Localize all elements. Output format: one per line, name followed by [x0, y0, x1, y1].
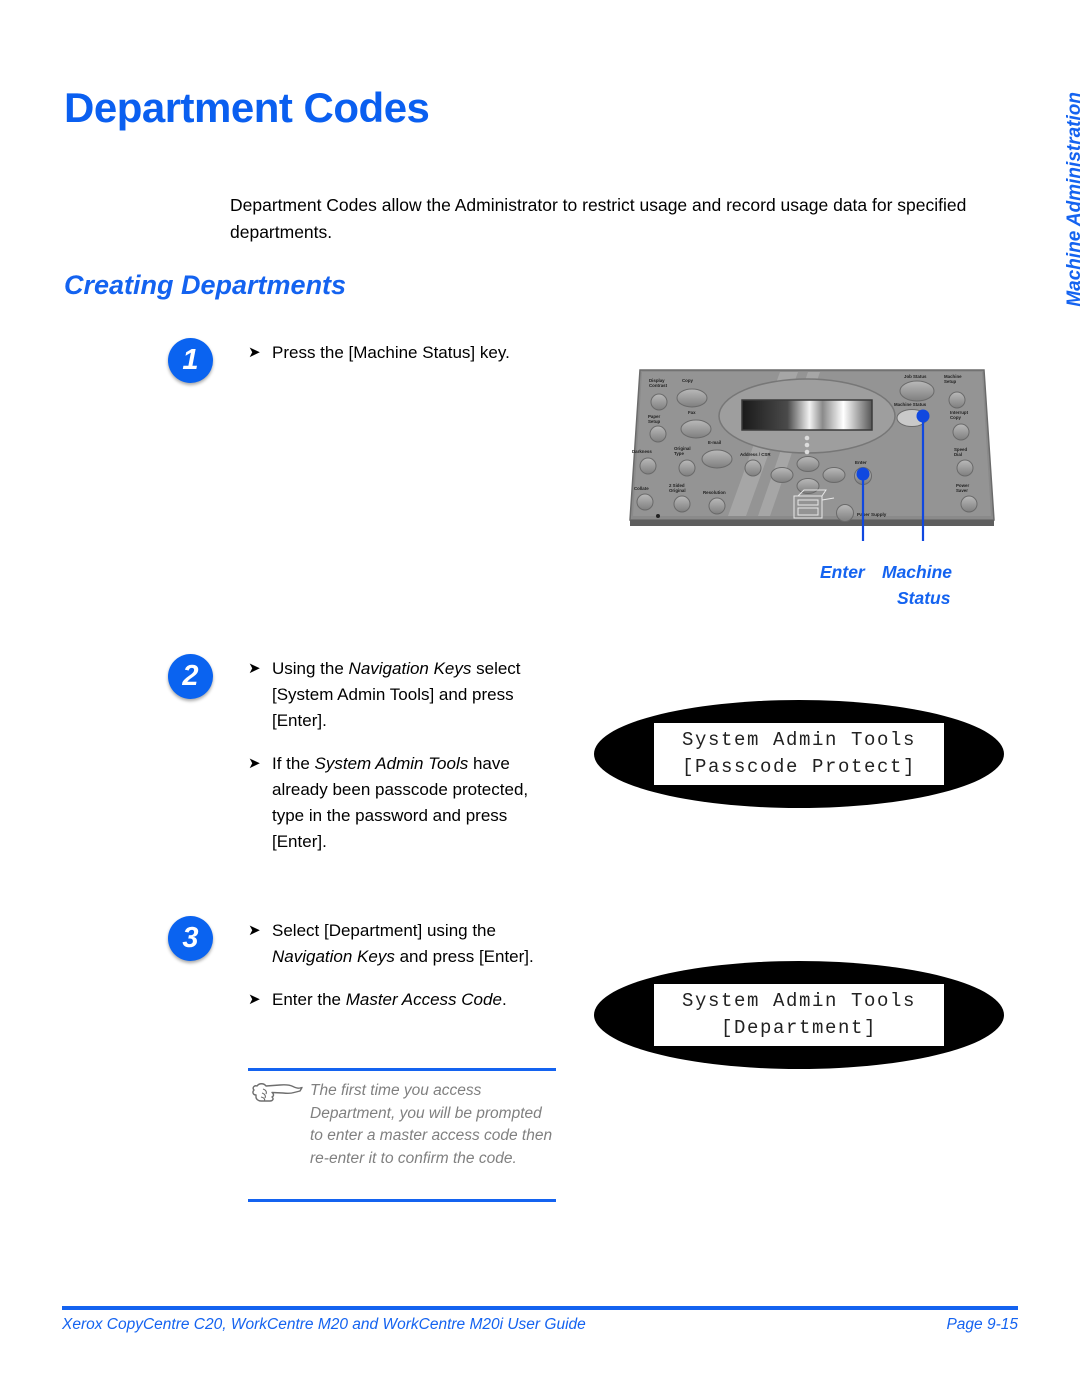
footer-page-number: Page 9-15: [946, 1316, 1018, 1333]
bullet-item: ➤ Press the [Machine Status] key.: [246, 340, 546, 366]
svg-text:Paper Supply: Paper Supply: [857, 512, 887, 517]
svg-text:Resolution: Resolution: [703, 490, 726, 495]
button-power-saver[interactable]: [960, 495, 978, 513]
button-copy[interactable]: [676, 388, 708, 408]
svg-text:Original: Original: [669, 488, 686, 493]
indicator-dot: [804, 449, 810, 455]
bullet-item: ➤ Using the Navigation Keys select [Syst…: [246, 656, 546, 734]
lcd-line-1: System Admin Tools: [681, 729, 917, 751]
svg-text:Darkness: Darkness: [632, 449, 652, 454]
button-address-csr[interactable]: [744, 459, 762, 477]
button-interrupt-copy[interactable]: [952, 423, 970, 441]
button-paper-supply[interactable]: [836, 504, 854, 522]
control-panel-svg: DisplayContrast Copy Fax PaperSetup E-ma…: [629, 369, 995, 556]
svg-text:Saver: Saver: [956, 488, 968, 493]
svg-text:Enter: Enter: [855, 460, 867, 465]
control-panel-illustration: Display Contrast Copy Fax Paper Setup E-ma…: [612, 356, 1012, 556]
button-fax[interactable]: [680, 419, 712, 439]
page-title: Department Codes: [64, 84, 430, 131]
bullet-arrow-icon: ➤: [248, 922, 261, 939]
svg-text:Address / CSR: Address / CSR: [740, 452, 771, 457]
callout-label-status: Status: [897, 588, 951, 608]
button-paper-setup[interactable]: [649, 425, 667, 443]
lcd-line-2: [Passcode Protect]: [681, 756, 917, 778]
bullet-item: ➤ Enter the Master Access Code.: [246, 987, 546, 1013]
lcd-screen-inner: System Admin Tools [Department]: [654, 984, 944, 1046]
led-indicator: [656, 514, 660, 518]
step-number-badge: 3: [168, 916, 213, 961]
svg-text:Copy: Copy: [950, 415, 962, 420]
intro-paragraph: Department Codes allow the Administrator…: [230, 195, 967, 242]
button-2-sided-original[interactable]: [673, 495, 691, 513]
bullet-arrow-icon: ➤: [248, 344, 261, 361]
svg-text:Dial: Dial: [954, 452, 962, 457]
step-number-badge: 2: [168, 654, 213, 699]
side-tab-label: Machine Administration: [1064, 92, 1080, 307]
indicator-dot: [804, 435, 810, 441]
nav-key-right[interactable]: [822, 467, 846, 483]
button-speed-dial[interactable]: [956, 459, 974, 477]
lcd-screen-inner: System Admin Tools [Passcode Protect]: [654, 723, 944, 785]
svg-text:Job Status: Job Status: [904, 374, 927, 379]
lcd-line-1: System Admin Tools: [681, 990, 917, 1012]
bullet-text: Enter the Master Access Code.: [272, 990, 507, 1009]
button-collate[interactable]: [636, 493, 654, 511]
nav-key-left[interactable]: [770, 467, 794, 483]
svg-text:Machine Status: Machine Status: [894, 402, 927, 407]
callout-label-enter: Enter: [820, 562, 865, 582]
note-inner: The first time you access Department, yo…: [248, 1071, 556, 1199]
bullet-item: ➤ Select [Department] using the Navigati…: [246, 918, 546, 970]
svg-text:Contrast: Contrast: [649, 383, 668, 388]
side-tab-machine-administration: Machine Administration: [1038, 92, 1080, 352]
button-email[interactable]: [701, 449, 733, 469]
bullet-arrow-icon: ➤: [248, 660, 261, 677]
svg-text:Setup: Setup: [944, 379, 957, 384]
footer-divider: [62, 1306, 1018, 1310]
step-body: ➤ Press the [Machine Status] key.: [246, 340, 546, 366]
bullet-text: If the System Admin Tools have already b…: [272, 754, 529, 851]
nav-key-up[interactable]: [796, 456, 820, 472]
button-darkness[interactable]: [639, 457, 657, 475]
lcd-line-2: [Department]: [720, 1017, 878, 1039]
step-body: ➤ Using the Navigation Keys select [Syst…: [246, 656, 546, 855]
bullet-arrow-icon: ➤: [248, 755, 261, 772]
step-number-badge: 1: [168, 338, 213, 383]
note-text: The first time you access Department, yo…: [310, 1082, 553, 1167]
bullet-arrow-icon: ➤: [248, 991, 261, 1008]
step-body: ➤ Select [Department] using the Navigati…: [246, 918, 546, 1013]
button-original-type[interactable]: [678, 459, 696, 477]
button-machine-setup[interactable]: [948, 391, 966, 409]
panel-lcd-screen: [741, 399, 873, 431]
callout-label-machine: Machine: [882, 562, 953, 582]
bullet-text: Select [Department] using the Navigation…: [272, 921, 534, 966]
indicator-dot: [804, 442, 810, 448]
svg-text:Fax: Fax: [688, 410, 696, 415]
note-box: The first time you access Department, yo…: [248, 1068, 556, 1202]
svg-text:Copy: Copy: [682, 378, 694, 383]
lcd-department: System Admin Tools [Department]: [594, 961, 1004, 1069]
lcd-passcode-protect: System Admin Tools [Passcode Protect]: [594, 700, 1004, 808]
bullet-item: ➤ If the System Admin Tools have already…: [246, 751, 546, 855]
svg-text:Type: Type: [674, 451, 684, 456]
pointing-hand-icon: [250, 1079, 306, 1109]
nav-key-down[interactable]: [796, 478, 820, 494]
bullet-text: Using the Navigation Keys select [System…: [272, 659, 521, 730]
panel-bottom-edge: [630, 520, 994, 526]
svg-text:Setup: Setup: [648, 419, 661, 424]
section-heading-creating-departments: Creating Departments: [64, 270, 347, 300]
svg-text:E-mail: E-mail: [708, 440, 721, 445]
button-job-status[interactable]: [899, 380, 935, 402]
bullet-text: Press the [Machine Status] key.: [272, 343, 510, 362]
button-display-contrast[interactable]: [650, 393, 668, 411]
note-bottom-rule: [248, 1199, 556, 1202]
svg-text:Collate: Collate: [634, 486, 649, 491]
button-resolution[interactable]: [708, 497, 726, 515]
